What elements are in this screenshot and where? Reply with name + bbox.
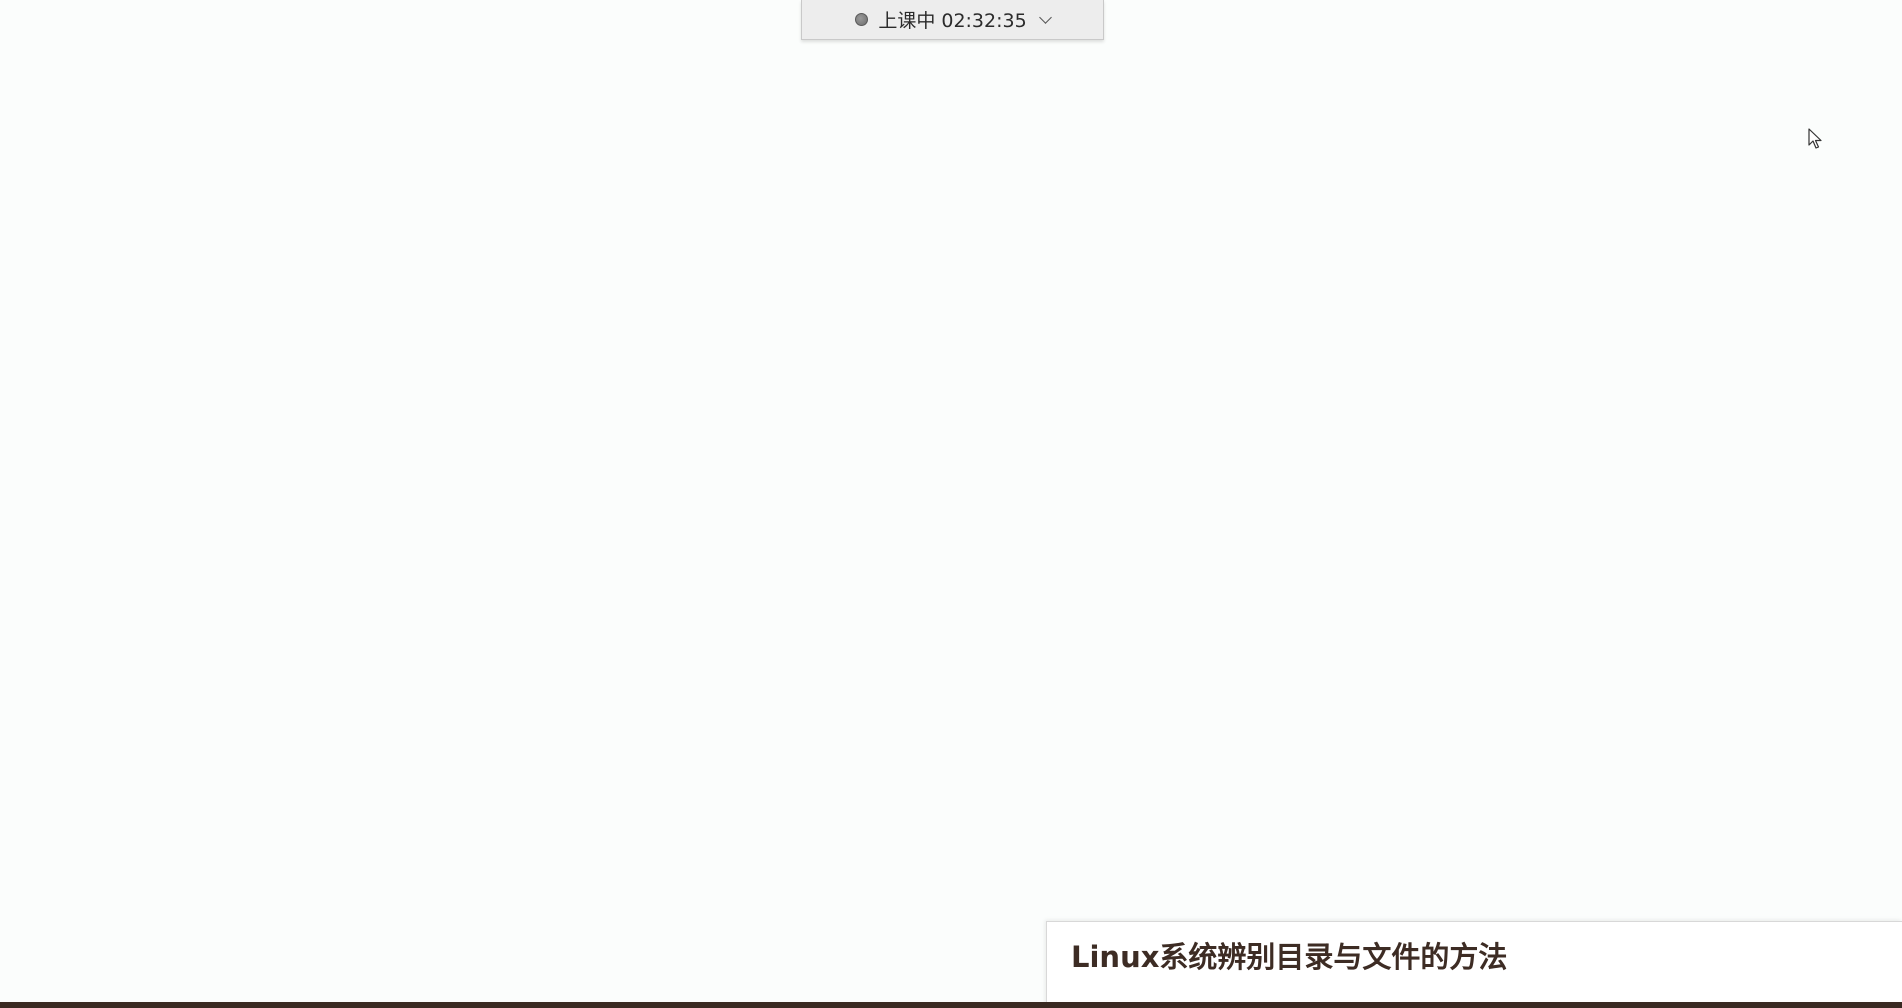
desktop-screen: 上课中 02:32:35 Linux系统辨别目录与文件的方法 蓝色表示目录，在L… bbox=[0, 0, 1902, 1008]
mouse-cursor-icon bbox=[1808, 128, 1822, 149]
bottom-bar bbox=[0, 1002, 1902, 1008]
chevron-down-icon[interactable] bbox=[1038, 10, 1052, 24]
article-title: Linux系统辨别目录与文件的方法 bbox=[1071, 940, 1508, 974]
class-status-label: 上课中 02:32:35 bbox=[878, 10, 1027, 32]
article-card: Linux系统辨别目录与文件的方法 蓝色表示目录，在Linux系统里的文件夹 bbox=[1046, 921, 1902, 1008]
record-dot-icon bbox=[855, 13, 869, 26]
class-status-indicator[interactable]: 上课中 02:32:35 bbox=[801, 0, 1104, 40]
